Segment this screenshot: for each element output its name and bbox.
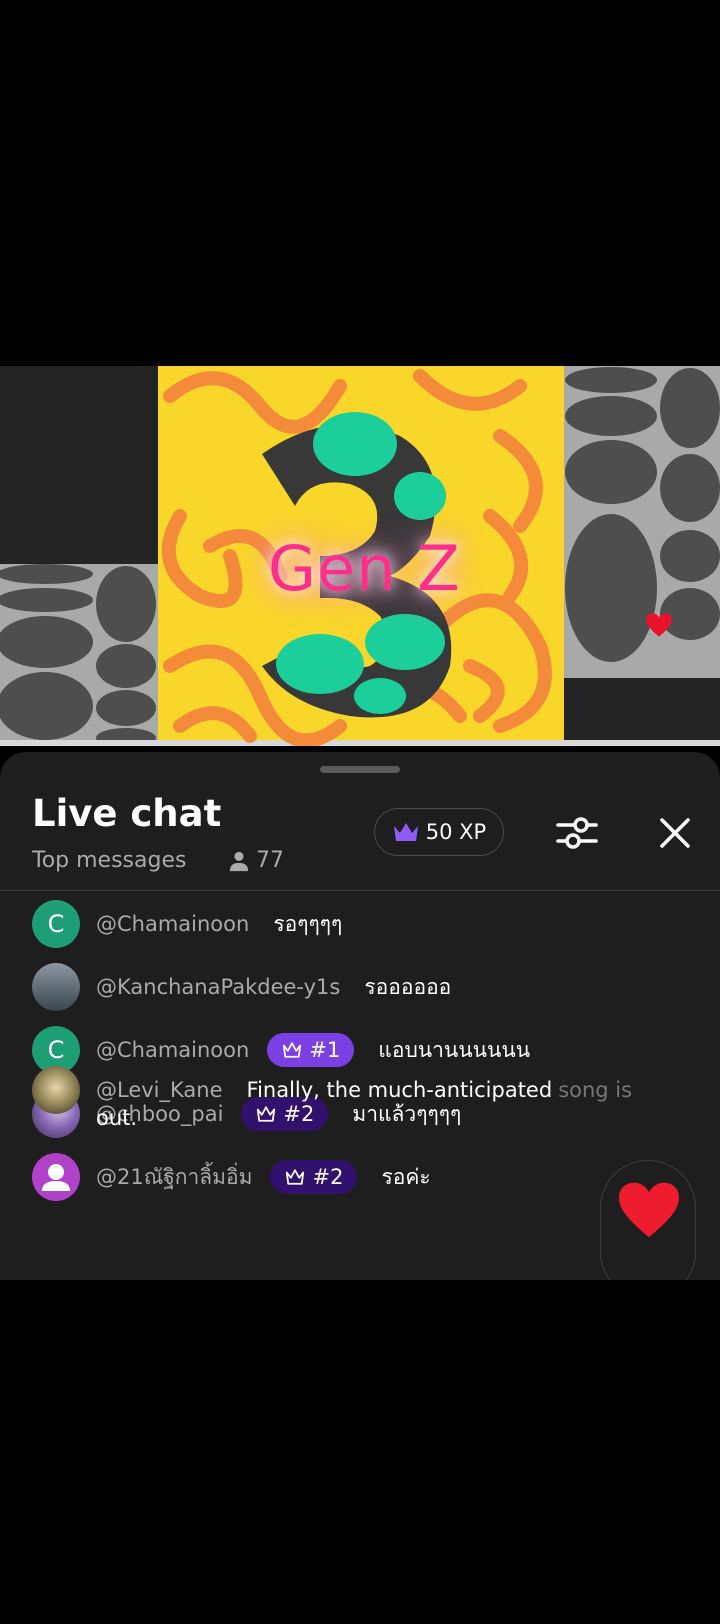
crown-icon: [393, 823, 418, 841]
viewer-count: 77: [228, 848, 284, 873]
chat-mode-selector[interactable]: Top messages: [32, 848, 186, 873]
xp-button[interactable]: 50 XP: [374, 808, 504, 856]
viewer-count-value: 77: [256, 848, 284, 873]
message-author[interactable]: @Chamainoon: [96, 1038, 249, 1062]
message-text: รออออออ: [364, 974, 452, 999]
crown-outline-icon: [283, 1042, 302, 1058]
rank-label: #1: [309, 1038, 341, 1062]
avatar[interactable]: [32, 963, 80, 1011]
rank-badge: #1: [267, 1033, 355, 1067]
close-icon[interactable]: [652, 810, 698, 856]
xp-label: 50 XP: [425, 820, 487, 844]
chat-message: @KanchanaPakdee-y1s รออออออ: [32, 963, 451, 1011]
heart-icon[interactable]: [616, 1180, 682, 1240]
floating-heart-icon: [646, 613, 672, 637]
drag-handle[interactable]: [320, 766, 400, 773]
avatar[interactable]: C: [32, 900, 80, 948]
rank-label: #2: [312, 1165, 344, 1189]
avatar[interactable]: [32, 1066, 80, 1114]
message-author[interactable]: @21ณัฐิกาลิ้มอิ่ม: [96, 1161, 252, 1194]
default-avatar-icon: [42, 1164, 70, 1191]
chat-message: @Levi_Kane Finally, the much-anticipated…: [32, 1066, 672, 1130]
sliders-icon[interactable]: [554, 810, 600, 856]
message-author[interactable]: @Chamainoon: [96, 912, 249, 936]
person-icon: [229, 851, 249, 871]
avatar[interactable]: [32, 1153, 80, 1201]
message-text: รอๆๆๆๆ: [273, 911, 343, 936]
message-text: แอบนานนนนนน: [378, 1037, 531, 1062]
rank-badge: #2: [270, 1160, 358, 1194]
video-overlay-text: Gen Z: [268, 532, 461, 605]
message-text-continued: out.: [96, 1106, 138, 1130]
message-author[interactable]: @KanchanaPakdee-y1s: [96, 975, 340, 999]
message-text-obscured: song is: [558, 1078, 633, 1102]
divider: [0, 890, 720, 891]
chat-message: @21ณัฐิกาลิ้มอิ่ม #2 รอค่ะ: [32, 1153, 431, 1201]
chat-message: C @Chamainoon รอๆๆๆๆ: [32, 900, 342, 948]
message-text: Finally, the much-anticipated: [246, 1078, 553, 1102]
live-chat-panel: Live chat Top messages 77 50 XP C @Chama…: [0, 752, 720, 1280]
video-player[interactable]: Gen Z: [0, 366, 720, 746]
crown-outline-icon: [286, 1169, 305, 1185]
chat-title: Live chat: [32, 792, 222, 835]
message-author[interactable]: @Levi_Kane: [96, 1078, 223, 1102]
message-text: รอค่ะ: [381, 1164, 431, 1189]
